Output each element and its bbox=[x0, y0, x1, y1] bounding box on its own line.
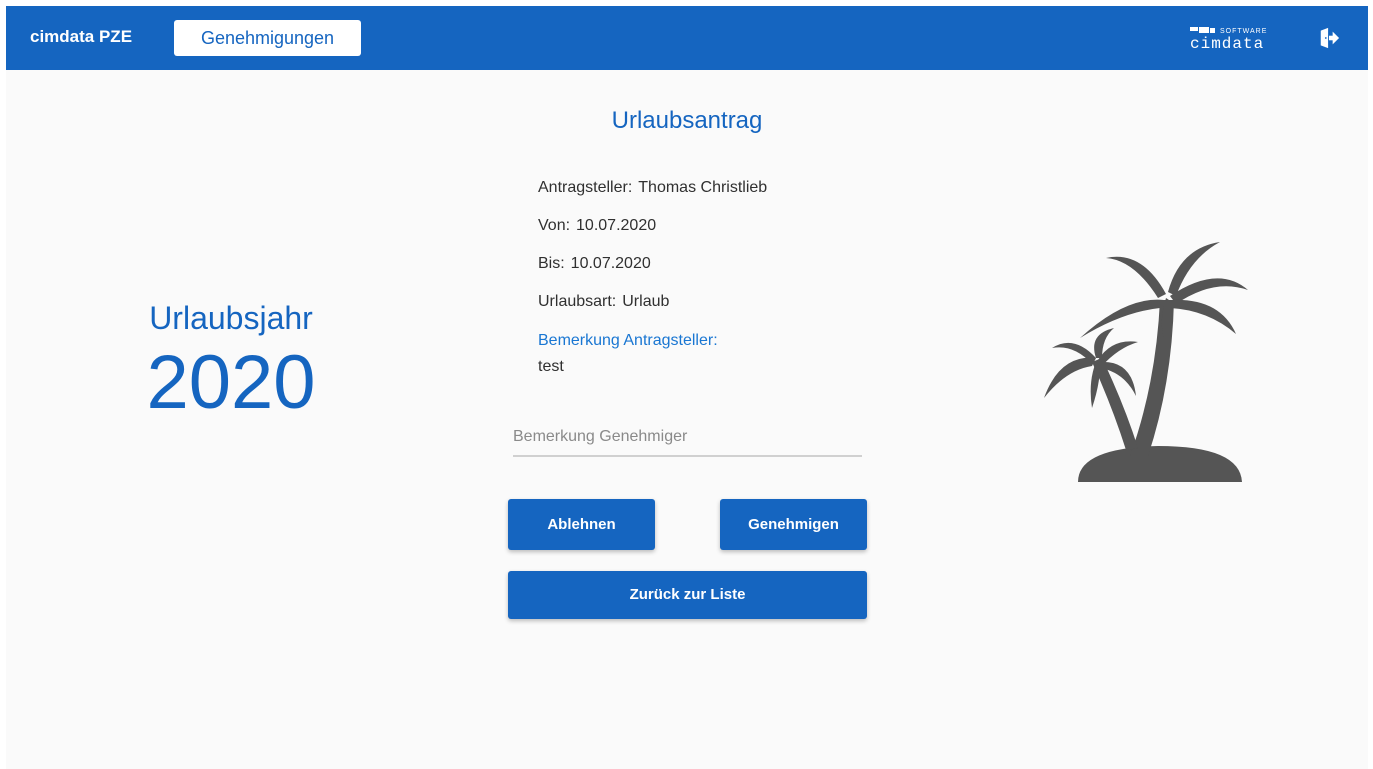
app-title: cimdata PZE bbox=[30, 27, 133, 46]
applicant-remark-text: test bbox=[538, 358, 564, 375]
reject-button[interactable]: Ablehnen bbox=[508, 499, 655, 550]
vacation-year-value: 2020 bbox=[146, 340, 316, 425]
approvals-nav-button[interactable]: Genehmigungen bbox=[174, 20, 361, 56]
field-applicant-value: Thomas Christlieb bbox=[638, 179, 768, 196]
vacation-year-label: Urlaubsjahr bbox=[149, 300, 313, 336]
back-to-list-button[interactable]: Zurück zur Liste bbox=[508, 571, 867, 619]
field-applicant: Antragsteller: Thomas Christlieb bbox=[538, 179, 767, 197]
field-applicant-key: Antragsteller: bbox=[538, 179, 633, 196]
field-leave-type-value: Urlaub bbox=[622, 293, 670, 310]
logout-icon[interactable] bbox=[1318, 27, 1340, 49]
app-frame: cimdata PZE Genehmigungen SOFTWARE cimda… bbox=[6, 6, 1368, 769]
cimdata-logo: SOFTWARE cimdata bbox=[1190, 27, 1267, 51]
palm-trees-icon bbox=[1044, 242, 1248, 482]
field-to-key: Bis: bbox=[538, 255, 565, 272]
field-from-value: 10.07.2020 bbox=[576, 217, 657, 234]
field-leave-type: Urlaubsart: Urlaub bbox=[538, 293, 669, 311]
approver-remark-input[interactable] bbox=[513, 425, 862, 457]
brand-small-text: SOFTWARE bbox=[1220, 28, 1267, 35]
brand-main-text: cimdata bbox=[1190, 35, 1264, 51]
form-title: Urlaubsantrag bbox=[611, 107, 763, 134]
approve-button[interactable]: Genehmigen bbox=[720, 499, 867, 550]
top-app-bar: cimdata PZE Genehmigungen SOFTWARE cimda… bbox=[6, 6, 1368, 70]
field-to-value: 10.07.2020 bbox=[570, 255, 651, 272]
applicant-remark-label: Bemerkung Antragsteller: bbox=[538, 332, 718, 349]
vacation-year-block: Urlaubsjahr 2020 bbox=[86, 300, 376, 423]
field-from: Von: 10.07.2020 bbox=[538, 217, 656, 235]
field-from-key: Von: bbox=[538, 217, 571, 234]
field-to: Bis: 10.07.2020 bbox=[538, 255, 651, 273]
field-leave-type-key: Urlaubsart: bbox=[538, 293, 617, 310]
